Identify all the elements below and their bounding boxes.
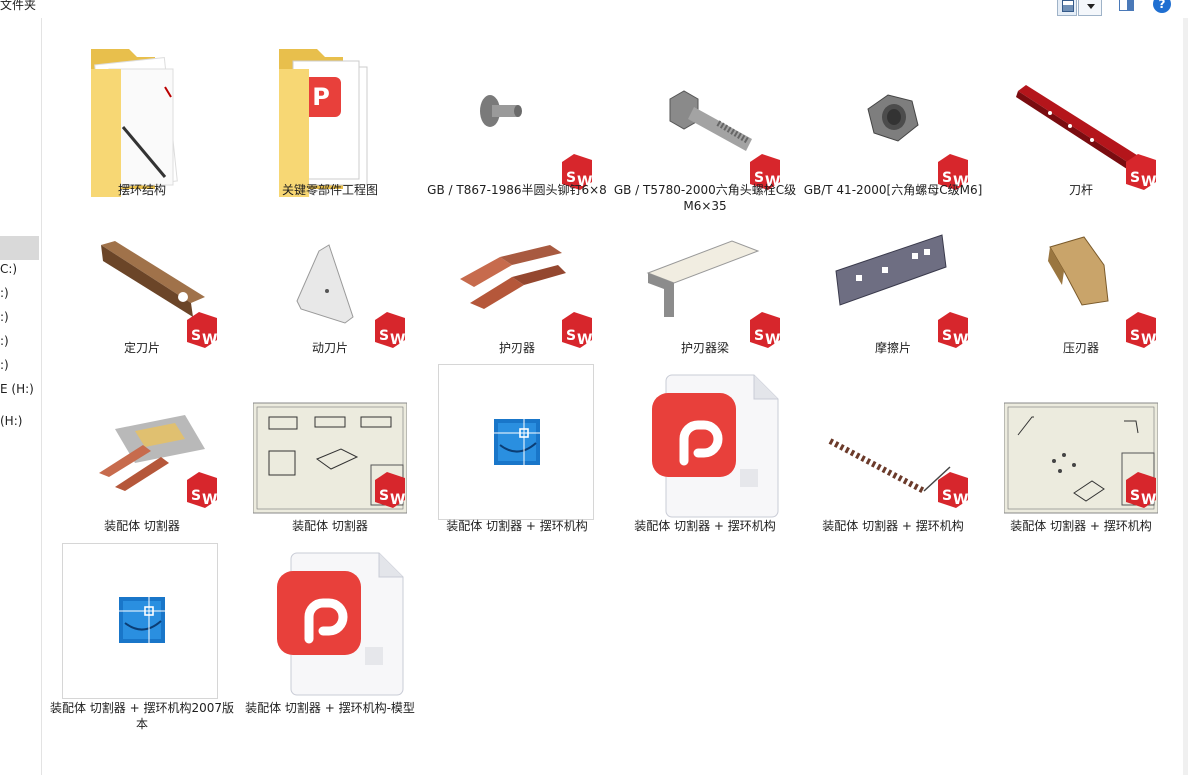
cad-file-icon: [440, 365, 594, 519]
folder-icon: P: [253, 47, 407, 201]
file-name: 装配体 切割器 + 摆环机构: [634, 519, 776, 533]
file-item[interactable]: 装配体 切割器 + 摆环机构: [423, 358, 611, 533]
file-item[interactable]: SW 动刀片: [236, 198, 424, 358]
svg-text:W: W: [202, 492, 217, 508]
file-item[interactable]: 装配体 切割器 + 摆环机构: [611, 358, 799, 533]
file-item[interactable]: P 关键零部件工程图: [236, 40, 424, 200]
vertical-scrollbar[interactable]: [1183, 18, 1188, 775]
nav-item-drive[interactable]: :): [0, 310, 9, 324]
solidworks-part-icon: SW: [440, 205, 594, 359]
file-item[interactable]: SW 摩擦片: [799, 198, 987, 358]
file-name: GB/T 41-2000[六角螺母C级M6]: [803, 183, 983, 197]
file-name: 装配体 切割器: [292, 519, 368, 533]
solidworks-part-icon: SW: [65, 205, 219, 359]
file-name: 护刃器梁: [680, 341, 729, 355]
solidworks-part-icon: SW: [628, 47, 782, 201]
solidworks-assembly-icon: SW: [65, 365, 219, 519]
nav-item-drive[interactable]: (H:): [0, 414, 22, 428]
solidworks-part-icon: SW: [1004, 205, 1158, 359]
file-name: 装配体 切割器: [104, 519, 180, 533]
file-item[interactable]: SW GB / T5780-2000六角头螺栓C级M6×35: [611, 40, 799, 213]
nav-item-drive[interactable]: E (H:): [0, 382, 34, 396]
solidworks-part-icon: SW: [816, 47, 970, 201]
breadcrumb[interactable]: 文件夹: [0, 0, 36, 13]
solidworks-drawing-icon: SW: [253, 365, 407, 519]
file-item[interactable]: SW GB / T867-1986半圆头铆钉6×8: [423, 40, 611, 200]
file-name: 装配体 切割器 + 摆环机构: [446, 519, 588, 533]
file-name: 装配体 切割器 + 摆环机构: [822, 519, 964, 533]
svg-text:S: S: [379, 488, 389, 504]
svg-text:W: W: [390, 492, 405, 508]
solidworks-part-icon: SW: [253, 205, 407, 359]
file-item[interactable]: SW GB/T 41-2000[六角螺母C级M6]: [799, 40, 987, 200]
file-name: 压刃器: [1062, 341, 1099, 355]
file-name: 关键零部件工程图: [281, 183, 378, 197]
file-item[interactable]: SW 护刃器: [423, 198, 611, 358]
svg-text:W: W: [1141, 492, 1156, 508]
file-name: 装配体 切割器 + 摆环机构2007版本: [49, 701, 235, 731]
solidworks-assembly-icon: SW: [816, 365, 970, 519]
file-name: 摩擦片: [874, 341, 911, 355]
nav-item-drive[interactable]: C:): [0, 262, 17, 276]
solidworks-part-icon: SW: [440, 47, 594, 201]
file-item[interactable]: SW 定刀片: [48, 198, 236, 358]
file-item[interactable]: SW 刀杆: [987, 40, 1175, 200]
solidworks-part-icon: SW: [1004, 47, 1158, 201]
wps-pdf-icon: [628, 365, 782, 519]
solidworks-part-icon: SW: [628, 205, 782, 359]
file-item[interactable]: 装配体 切割器 + 摆环机构-模型: [236, 536, 424, 715]
view-options-dropdown[interactable]: [1078, 0, 1102, 16]
solidworks-drawing-icon: SW: [1004, 365, 1158, 519]
toolbar: 文件夹 ?: [0, 0, 1188, 18]
file-item[interactable]: SW 装配体 切割器: [48, 358, 236, 533]
file-grid: 摆环结构 P 关键零部件工程图 SW GB / T867-1986半圆头铆钉6×…: [43, 18, 1183, 775]
cad-file-icon: [65, 543, 219, 697]
file-name: 装配体 切割器 + 摆环机构: [1010, 519, 1152, 533]
file-name: 动刀片: [311, 341, 348, 355]
svg-text:S: S: [942, 488, 952, 504]
svg-text:P: P: [312, 83, 330, 111]
file-item[interactable]: SW 护刃器梁: [611, 198, 799, 358]
svg-text:S: S: [1130, 488, 1140, 504]
file-name: 刀杆: [1068, 183, 1093, 197]
file-name: 定刀片: [123, 341, 160, 355]
file-item[interactable]: 装配体 切割器 + 摆环机构2007版本: [48, 536, 236, 731]
change-view-button[interactable]: [1057, 0, 1077, 16]
file-item[interactable]: SW 装配体 切割器 + 摆环机构: [987, 358, 1175, 533]
preview-pane-icon[interactable]: [1117, 0, 1135, 13]
file-name: 护刃器: [498, 341, 535, 355]
nav-item-drive[interactable]: :): [0, 358, 9, 372]
solidworks-part-icon: SW: [816, 205, 970, 359]
wps-pdf-icon: [253, 543, 407, 697]
file-name: 摆环结构: [117, 183, 166, 197]
nav-selected-item[interactable]: [0, 236, 39, 260]
nav-item-drive[interactable]: :): [0, 286, 9, 300]
svg-text:W: W: [953, 492, 968, 508]
file-item[interactable]: SW 压刃器: [987, 198, 1175, 358]
svg-text:S: S: [191, 488, 201, 504]
nav-item-drive[interactable]: :): [0, 334, 9, 348]
file-item[interactable]: SW 装配体 切割器 + 摆环机构: [799, 358, 987, 533]
file-item[interactable]: SW 装配体 切割器: [236, 358, 424, 533]
folder-icon: [65, 47, 219, 201]
file-name: GB / T867-1986半圆头铆钉6×8: [427, 183, 607, 197]
help-icon[interactable]: ?: [1153, 0, 1171, 13]
file-name: 装配体 切割器 + 摆环机构-模型: [245, 701, 415, 715]
navigation-pane: C:) :) :) :) :) E (H:) (H:): [0, 18, 42, 775]
file-item[interactable]: 摆环结构: [48, 40, 236, 200]
